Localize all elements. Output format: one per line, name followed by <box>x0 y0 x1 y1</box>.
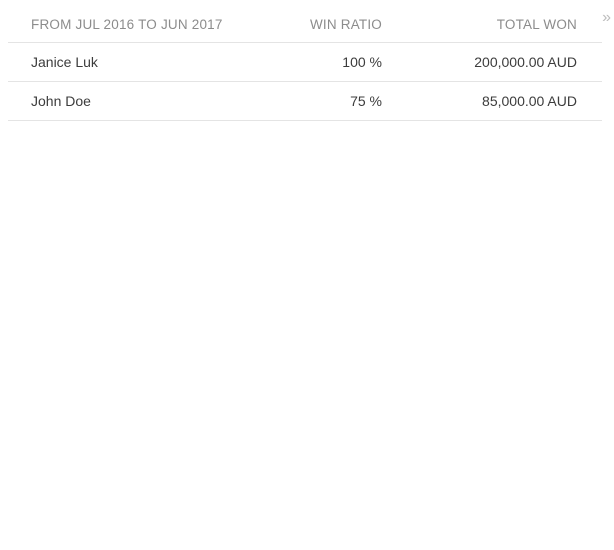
win-ratio-value: 100 % <box>342 54 382 70</box>
total-won-value: 200,000.00 AUD <box>474 54 577 70</box>
double-chevron-right-icon[interactable]: » <box>602 10 611 26</box>
table-row[interactable]: John Doe 75 % 85,000.00 AUD <box>8 82 602 121</box>
total-won-value: 85,000.00 AUD <box>482 93 577 109</box>
leaderboard-table: FROM JUL 2016 TO JUN 2017 WIN RATIO TOTA… <box>8 0 602 121</box>
table-row[interactable]: Janice Luk 100 % 200,000.00 AUD <box>8 43 602 82</box>
win-ratio-value: 75 % <box>350 93 382 109</box>
user-name: Janice Luk <box>31 54 98 70</box>
user-name: John Doe <box>31 93 91 109</box>
table-header: FROM JUL 2016 TO JUN 2017 WIN RATIO TOTA… <box>8 0 602 43</box>
